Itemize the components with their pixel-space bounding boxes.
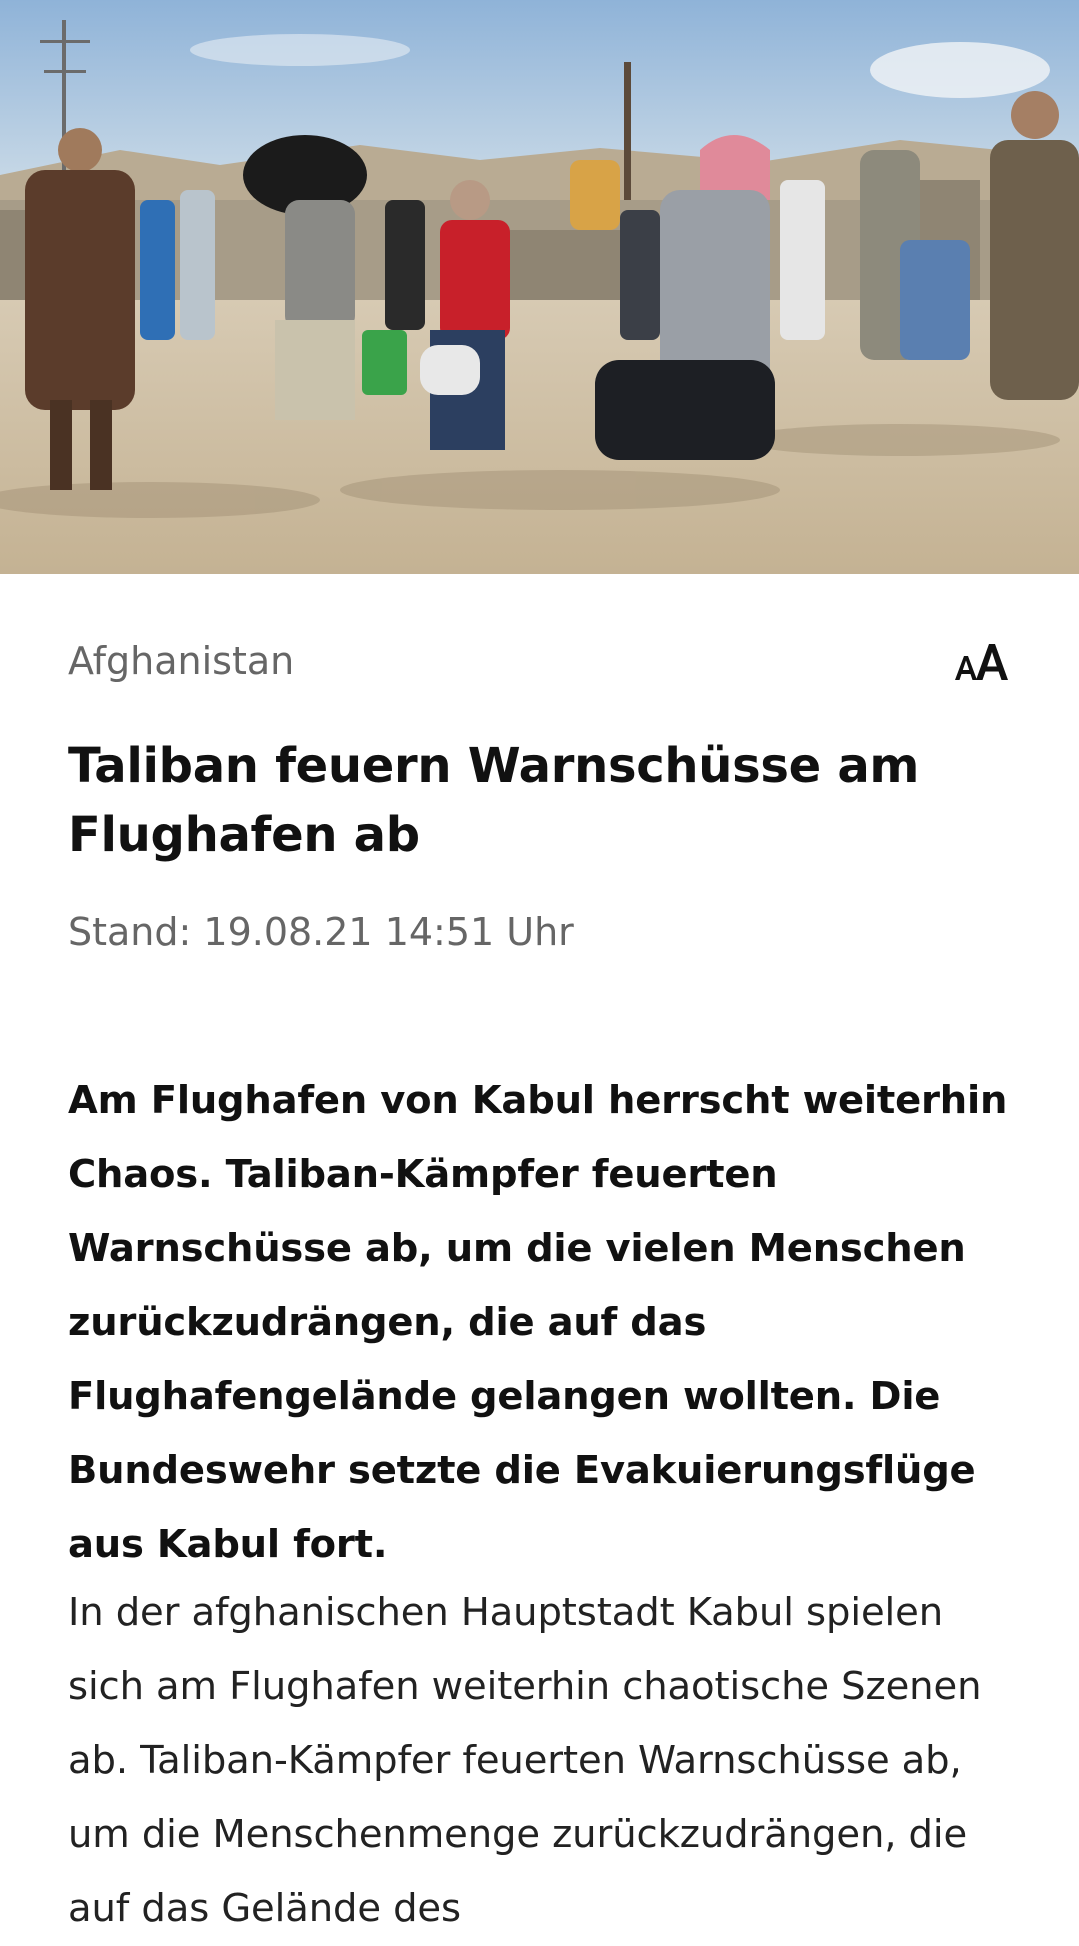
article-headline: Taliban feuern Warnschüsse am Flughafen … — [68, 738, 920, 863]
hero-image — [0, 0, 1079, 574]
article: Afghanistan Taliban feuern Warnschüsse a… — [0, 574, 1079, 1931]
font-size-button[interactable] — [951, 638, 1011, 684]
font-size-icon — [955, 644, 1008, 680]
hero-photo — [0, 0, 1079, 574]
article-teaser: Am Flughafen von Kabul herrscht weiterhi… — [68, 1078, 1008, 1567]
topline: Afghanistan — [68, 639, 295, 683]
topline-row: Afghanistan — [68, 636, 1011, 686]
article-dateline: Stand: 19.08.21 14:51 Uhr — [68, 910, 574, 954]
article-body-paragraph: In der afghanischen Hauptstadt Kabul spi… — [68, 1590, 982, 1931]
